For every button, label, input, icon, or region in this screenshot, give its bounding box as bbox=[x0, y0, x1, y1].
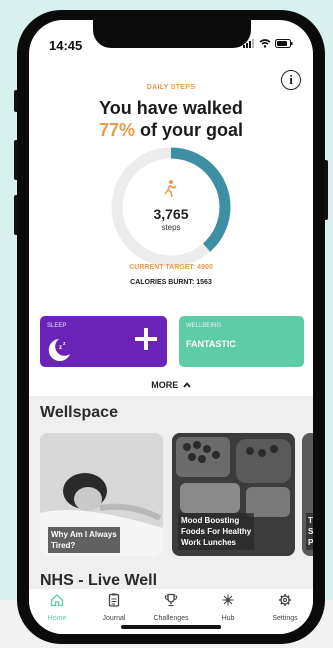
article-caption: T S P bbox=[306, 513, 313, 550]
nav-home[interactable]: Home bbox=[29, 593, 85, 622]
chevron-up-icon bbox=[183, 382, 191, 388]
battery-icon bbox=[275, 39, 293, 48]
nav-label: Settings bbox=[272, 615, 298, 622]
nav-label: Hub bbox=[221, 615, 235, 622]
calories-burnt: CALORIES BURNT: 1563 bbox=[130, 279, 212, 286]
hub-icon bbox=[222, 594, 234, 606]
current-target: CURRENT TARGET: 4900 bbox=[129, 264, 213, 271]
sleep-label: SLEEP bbox=[47, 323, 67, 329]
home-indicator bbox=[121, 625, 221, 629]
nav-hub[interactable]: Hub bbox=[200, 593, 256, 622]
steps-count: 3,765 bbox=[153, 206, 189, 222]
wellbeing-label: WELLBEING bbox=[186, 323, 222, 329]
more-toggle[interactable]: MORE bbox=[29, 380, 313, 390]
goal-suffix: of your goal bbox=[140, 120, 244, 140]
article-tile[interactable]: Why Am I Always Tired? bbox=[40, 433, 163, 556]
trophy-icon bbox=[164, 593, 178, 607]
home-icon bbox=[50, 594, 64, 607]
caption-line: T bbox=[308, 516, 313, 525]
wellbeing-value: FANTASTIC bbox=[186, 339, 236, 349]
svg-text:z: z bbox=[59, 345, 62, 351]
phone-side-button bbox=[324, 160, 328, 220]
nav-settings[interactable]: Settings bbox=[257, 593, 313, 622]
nav-journal[interactable]: Journal bbox=[86, 593, 142, 622]
svg-text:z: z bbox=[63, 341, 66, 347]
wellbeing-card[interactable]: WELLBEING FANTASTIC bbox=[179, 316, 304, 367]
add-sleep-button[interactable] bbox=[133, 324, 159, 358]
caption-line: Foods For Healthy bbox=[181, 527, 252, 536]
journal-icon bbox=[108, 593, 120, 607]
nav-label: Challenges bbox=[153, 615, 189, 622]
app-screen: 14:45 i DAILY STEPS You have walked 77% … bbox=[29, 20, 313, 634]
phone-side-button bbox=[14, 90, 18, 112]
status-time: 14:45 bbox=[49, 38, 83, 53]
signal-icon bbox=[243, 39, 254, 48]
goal-percent: 77% bbox=[98, 120, 135, 140]
sleep-card[interactable]: SLEEP z z bbox=[40, 316, 167, 367]
moon-icon: z z bbox=[48, 339, 70, 361]
gear-icon bbox=[279, 594, 291, 606]
article-caption: Why Am I Always Tired? bbox=[48, 527, 120, 553]
caption-line: Why Am I Always bbox=[51, 530, 117, 539]
caption-line: S bbox=[308, 527, 313, 536]
status-icons bbox=[243, 39, 293, 48]
nav-label: Journal bbox=[102, 615, 126, 622]
steps-headline-line2: 77% of your goal bbox=[29, 120, 313, 141]
wifi-icon bbox=[259, 39, 271, 48]
article-tile[interactable]: T S P bbox=[302, 433, 313, 556]
article-tile[interactable]: Mood Boosting Foods For Healthy Work Lun… bbox=[172, 433, 295, 556]
steps-headline-line1: You have walked bbox=[99, 98, 243, 118]
caption-line: Mood Boosting bbox=[181, 516, 240, 525]
plus-icon bbox=[135, 328, 157, 350]
caption-line: P bbox=[308, 538, 313, 547]
steps-count-label: steps bbox=[161, 223, 181, 232]
notch bbox=[93, 20, 251, 48]
walking-icon bbox=[164, 180, 177, 198]
daily-steps-label: DAILY STEPS bbox=[146, 84, 196, 91]
caption-line: Work Lunches bbox=[181, 538, 236, 547]
nav-challenges[interactable]: Challenges bbox=[143, 593, 199, 622]
article-caption: Mood Boosting Foods For Healthy Work Lun… bbox=[178, 513, 255, 550]
caption-line: Tired? bbox=[51, 541, 76, 550]
nav-label: Home bbox=[47, 615, 67, 622]
phone-side-button bbox=[14, 195, 18, 235]
phone-side-button bbox=[14, 140, 18, 180]
wellspace-title: Wellspace bbox=[40, 404, 118, 421]
phone-frame: 14:45 i DAILY STEPS You have walked 77% … bbox=[14, 10, 328, 644]
more-label: MORE bbox=[151, 380, 179, 390]
